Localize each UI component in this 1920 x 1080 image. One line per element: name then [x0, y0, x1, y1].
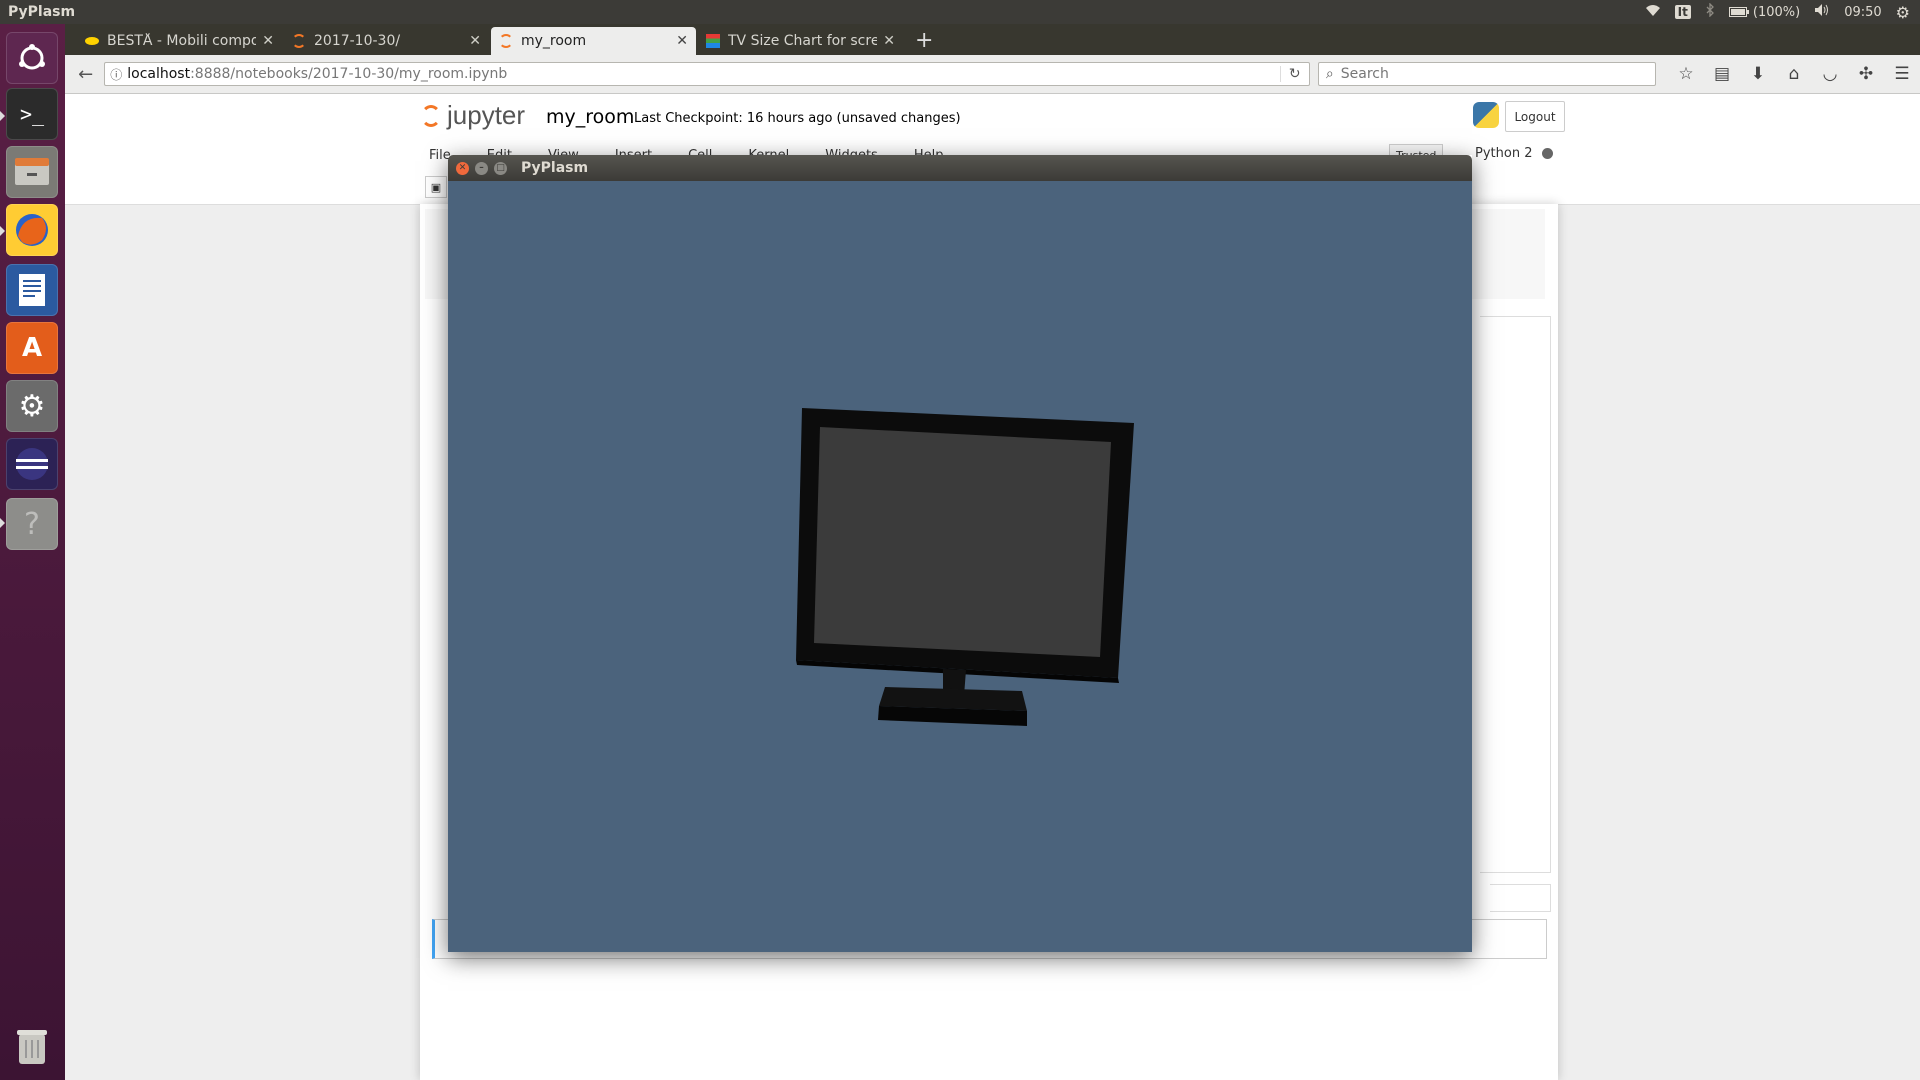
- pyplasm-window: ✕ – □ PyPlasm: [448, 155, 1472, 952]
- ikea-favicon-icon: [85, 37, 99, 45]
- bookmark-star-icon[interactable]: ☆: [1668, 64, 1704, 84]
- keyboard-layout-indicator[interactable]: It: [1674, 5, 1691, 19]
- software-center-icon[interactable]: A: [6, 322, 58, 374]
- trash-icon[interactable]: [6, 1020, 58, 1072]
- clock[interactable]: 09:50: [1844, 5, 1881, 20]
- running-indicator: [0, 226, 5, 236]
- jupyter-favicon-icon: [499, 34, 513, 48]
- pyplasm-3d-viewport[interactable]: [448, 181, 1472, 952]
- info-icon[interactable]: ⓘ: [105, 66, 127, 83]
- jupyter-logo[interactable]: jupyter: [421, 100, 525, 131]
- files-icon[interactable]: [6, 146, 58, 198]
- top-panel: PyPlasm It (100%) 09:50 ⚙: [0, 0, 1920, 24]
- notebook-title[interactable]: my_room: [546, 106, 634, 128]
- ubuntu-dash-icon[interactable]: [6, 32, 58, 84]
- pocket-icon[interactable]: ◡: [1812, 64, 1848, 84]
- system-settings-icon[interactable]: ⚙: [6, 380, 58, 432]
- tab-besta[interactable]: BESTÅ - Mobili compon ✕: [77, 27, 282, 55]
- unity-launcher: >_ A ⚙ ?: [0, 24, 65, 1080]
- chart-favicon-icon: [706, 34, 720, 48]
- active-app-name: PyPlasm: [8, 4, 76, 20]
- checkpoint-status: Last Checkpoint: 16 hours ago (unsaved c…: [634, 111, 961, 126]
- close-tab-icon[interactable]: ✕: [676, 33, 688, 49]
- tab-label: TV Size Chart for scree: [728, 33, 878, 49]
- kernel-indicator: Python 2: [1475, 146, 1554, 161]
- jupyter-favicon-icon: [292, 34, 306, 48]
- url-host: localhost: [127, 66, 191, 82]
- browser-tab-bar: BESTÅ - Mobili compon ✕ 2017-10-30/ ✕ my…: [65, 24, 1920, 55]
- terminal-icon[interactable]: >_: [6, 88, 58, 140]
- cell-output: [1480, 316, 1551, 873]
- notebook-cell[interactable]: [1490, 884, 1551, 912]
- kernel-name: Python 2: [1475, 146, 1533, 161]
- battery-icon: [1728, 7, 1749, 17]
- tv-monitor-model: [796, 408, 1134, 726]
- hamburger-menu-icon[interactable]: ☰: [1884, 64, 1920, 84]
- kernel-status-icon: [1542, 148, 1554, 159]
- tab-label: my_room: [521, 33, 587, 49]
- bluetooth-icon[interactable]: [1705, 2, 1715, 21]
- url-path: :8888/notebooks/2017-10-30/my_room.ipynb: [190, 66, 508, 82]
- close-tab-icon[interactable]: ✕: [883, 33, 895, 49]
- search-input[interactable]: ⌕ Search: [1317, 62, 1656, 86]
- extension-icon[interactable]: ✣: [1848, 64, 1884, 84]
- battery-percent: (100%): [1752, 4, 1801, 20]
- pyplasm-titlebar[interactable]: ✕ – □ PyPlasm: [448, 155, 1472, 181]
- new-tab-button[interactable]: +: [903, 27, 945, 55]
- reload-icon[interactable]: ↻: [1279, 66, 1309, 82]
- close-tab-icon[interactable]: ✕: [262, 33, 274, 49]
- tab-label: 2017-10-30/: [314, 33, 401, 49]
- reading-list-icon[interactable]: ▤: [1704, 64, 1740, 84]
- unknown-app-icon[interactable]: ?: [6, 498, 58, 550]
- python-logo-icon: [1473, 102, 1499, 128]
- search-placeholder: Search: [1340, 66, 1389, 82]
- save-icon[interactable]: ▣: [425, 176, 447, 198]
- close-icon[interactable]: ✕: [456, 161, 469, 175]
- tab-label: BESTÅ - Mobili compon: [107, 33, 257, 49]
- wifi-icon[interactable]: [1645, 3, 1661, 21]
- maximize-icon[interactable]: □: [494, 161, 507, 175]
- tab-directory[interactable]: 2017-10-30/ ✕: [284, 27, 489, 55]
- volume-icon[interactable]: [1814, 3, 1830, 21]
- writer-icon[interactable]: [6, 264, 58, 316]
- jupyter-logo-text: jupyter: [447, 100, 526, 130]
- tab-my-room[interactable]: my_room ✕: [491, 27, 696, 55]
- download-icon[interactable]: ⬇: [1740, 64, 1776, 84]
- system-tray: It (100%) 09:50 ⚙: [1645, 2, 1920, 22]
- close-tab-icon[interactable]: ✕: [469, 33, 481, 49]
- tv-screen: [814, 427, 1111, 657]
- running-indicator: [0, 111, 5, 121]
- home-icon[interactable]: ⌂: [1776, 64, 1812, 84]
- minimize-icon[interactable]: –: [475, 161, 488, 175]
- battery-indicator[interactable]: (100%): [1728, 4, 1801, 20]
- eclipse-icon[interactable]: [6, 438, 58, 490]
- browser-navbar: ← ⓘ localhost :8888/notebooks/2017-10-30…: [65, 55, 1920, 94]
- tab-tv-size-chart[interactable]: TV Size Chart for scree ✕: [698, 27, 903, 55]
- logout-button[interactable]: Logout: [1505, 101, 1565, 132]
- toolbar-icons: ☆ ▤ ⬇ ⌂ ◡ ✣ ☰: [1668, 64, 1920, 84]
- jupyter-logo-icon: [421, 104, 441, 127]
- gear-icon[interactable]: ⚙: [1896, 3, 1910, 22]
- firefox-icon[interactable]: [6, 204, 58, 256]
- url-bar[interactable]: ⓘ localhost :8888/notebooks/2017-10-30/m…: [104, 62, 1310, 86]
- search-icon: ⌕: [1325, 66, 1334, 82]
- back-arrow-icon[interactable]: ←: [71, 64, 100, 85]
- pyplasm-window-title: PyPlasm: [521, 160, 589, 176]
- running-indicator: [0, 518, 5, 528]
